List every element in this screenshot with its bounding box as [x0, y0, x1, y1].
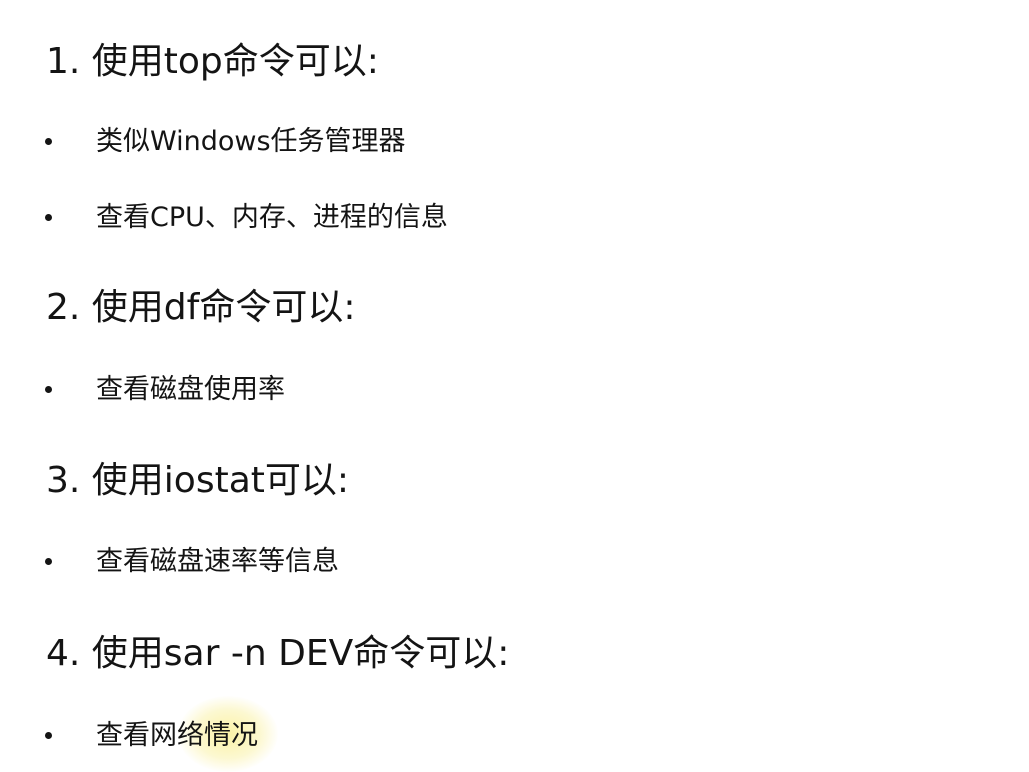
section-heading-df: 2. 使用df命令可以:: [46, 287, 356, 328]
bullet-icon: [45, 732, 52, 739]
list-item-text: 查看CPU、内存、进程的信息: [96, 202, 448, 233]
list-item: 类似Windows任务管理器: [0, 122, 1029, 162]
section-heading-iostat: 3. 使用iostat可以:: [46, 460, 349, 501]
list-item-text: 查看磁盘速率等信息: [96, 546, 339, 577]
list-item: 查看CPU、内存、进程的信息: [0, 198, 1029, 238]
section-heading-top: 1. 使用top命令可以:: [46, 41, 379, 82]
bullet-icon: [45, 138, 52, 145]
list-item: 查看网络情况: [0, 716, 1029, 756]
bullet-icon: [45, 214, 52, 221]
list-item: 查看磁盘速率等信息: [0, 542, 1029, 582]
section-heading-sar: 4. 使用sar -n DEV命令可以:: [46, 633, 510, 674]
bullet-icon: [45, 558, 52, 565]
list-item-text: 查看磁盘使用率: [96, 374, 285, 405]
list-item-text: 查看网络情况: [96, 720, 258, 751]
bullet-icon: [45, 386, 52, 393]
list-item-text: 类似Windows任务管理器: [96, 126, 406, 157]
list-item: 查看磁盘使用率: [0, 370, 1029, 410]
